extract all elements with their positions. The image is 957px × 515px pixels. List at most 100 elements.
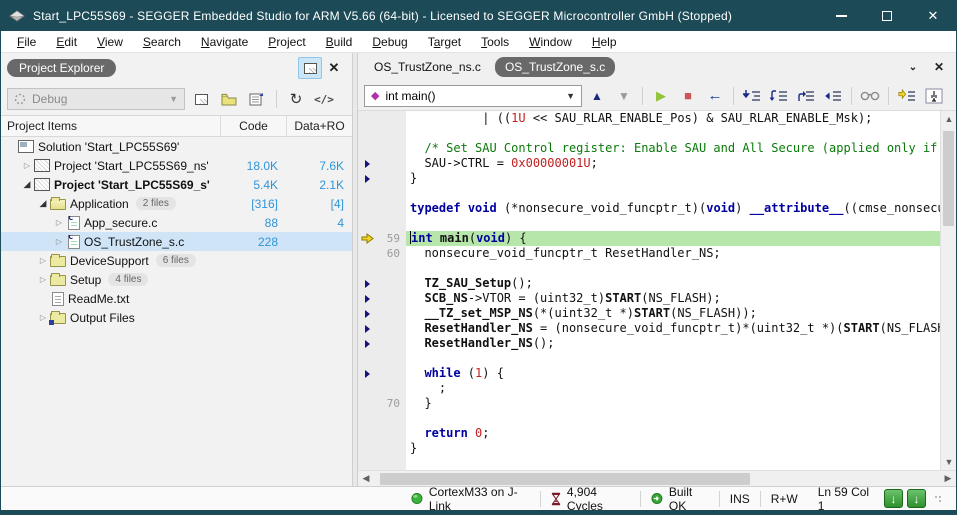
code-line[interactable] [358,261,940,276]
code-line[interactable] [358,351,940,366]
code-text[interactable] [406,216,940,231]
step-back-button[interactable]: ← [703,85,727,107]
view-source-button[interactable]: </> [312,88,336,110]
expand-collapsed-icon[interactable]: ▷ [53,218,65,227]
menu-window[interactable]: Window [519,33,582,51]
scroll-down-icon[interactable]: ▼ [941,454,957,470]
menu-build[interactable]: Build [316,33,363,51]
function-dropdown[interactable]: ◆ int main() ▼ [364,85,582,107]
show-project-button[interactable] [189,88,213,110]
step-over-button[interactable] [767,85,791,107]
gutter-margin[interactable] [358,351,376,366]
tree-row[interactable]: ▷DeviceSupport6 files [1,251,352,270]
code-text[interactable]: __TZ_set_MSP_NS(*(uint32_t *)START(NS_FL… [406,306,940,321]
code-text[interactable]: SAU->CTRL = 0x00000001U; [406,156,940,171]
code-line[interactable]: 60 nonsecure_void_funcptr_t ResetHandler… [358,246,940,261]
show-next-statement-button[interactable] [895,85,919,107]
menu-edit[interactable]: Edit [46,33,87,51]
statement-marker-icon[interactable] [358,366,376,381]
menu-project[interactable]: Project [258,33,315,51]
code-line[interactable]: ; [358,381,940,396]
expand-expanded-icon[interactable]: ◢ [21,179,33,190]
gutter-margin[interactable] [358,381,376,396]
editor-tab-active[interactable]: OS_TrustZone_s.c [495,57,615,77]
code-text[interactable]: typedef void (*nonsecure_void_funcptr_t)… [406,201,940,216]
statement-marker-icon[interactable] [358,291,376,306]
expand-collapsed-icon[interactable]: ▷ [21,161,33,170]
tree-row[interactable]: ▷Project 'Start_LPC55S69_ns'18.0K7.6K [1,156,352,175]
code-line[interactable] [358,216,940,231]
menu-search[interactable]: Search [133,33,191,51]
code-line[interactable]: } [358,171,940,186]
expand-collapsed-icon[interactable]: ▷ [37,313,49,322]
code-editor[interactable]: | ((1U << SAU_RLAR_ENABLE_Pos) & SAU_RLA… [358,111,940,470]
expand-expanded-icon[interactable]: ◢ [37,198,49,209]
continue-button[interactable]: ▶ [649,85,673,107]
gutter-margin[interactable] [358,396,376,411]
statement-marker-icon[interactable] [358,156,376,171]
code-text[interactable] [406,411,940,426]
download-button-1[interactable]: ↓ [884,489,903,508]
gutter-margin[interactable] [358,216,376,231]
close-button[interactable]: ✕ [910,1,956,31]
menu-target[interactable]: Target [418,33,471,51]
goto-cursor-button[interactable] [922,85,946,107]
scroll-up-icon[interactable]: ▲ [941,111,957,127]
code-line[interactable]: 59int main(void) { [358,231,940,246]
menu-tools[interactable]: Tools [471,33,519,51]
code-line[interactable]: ResetHandler_NS(); [358,336,940,351]
code-text[interactable]: /* Set SAU Control register: Enable SAU … [406,141,940,156]
minimize-button[interactable] [818,1,864,31]
code-text[interactable]: return 0; [406,426,940,441]
code-text[interactable]: ResetHandler_NS = (nonsecure_void_funcpt… [406,321,940,336]
maximize-button[interactable] [864,1,910,31]
statement-marker-icon[interactable] [358,336,376,351]
code-text[interactable]: TZ_SAU_Setup(); [406,276,940,291]
close-editor-icon[interactable]: ✕ [928,60,950,74]
statement-marker-icon[interactable] [358,321,376,336]
stop-button[interactable]: ■ [676,85,700,107]
code-text[interactable] [406,126,940,141]
resize-grip[interactable] [934,495,942,503]
code-text[interactable]: } [406,171,940,186]
menu-navigate[interactable]: Navigate [191,33,258,51]
new-folder-button[interactable] [217,88,241,110]
refresh-button[interactable]: ↻ [284,88,308,110]
expand-collapsed-icon[interactable]: ▷ [37,256,49,265]
code-text[interactable]: | ((1U << SAU_RLAR_ENABLE_Pos) & SAU_RLA… [406,111,940,126]
editor-tab[interactable]: OS_TrustZone_ns.c [364,57,491,77]
run-to-line-button[interactable] [821,85,845,107]
build-configuration-dropdown[interactable]: Debug ▼ [7,88,185,110]
tree-row[interactable]: ◢Project 'Start_LPC55S69_s'5.4K2.1K [1,175,352,194]
gutter-margin[interactable] [358,411,376,426]
code-text[interactable]: ResetHandler_NS(); [406,336,940,351]
gutter-margin[interactable] [358,111,376,126]
code-line[interactable]: | ((1U << SAU_RLAR_ENABLE_Pos) & SAU_RLA… [358,111,940,126]
next-function-button[interactable]: ▼ [612,85,636,107]
code-text[interactable]: SCB_NS->VTOR = (uint32_t)START(NS_FLASH)… [406,291,940,306]
code-text[interactable] [406,351,940,366]
gutter-margin[interactable] [358,186,376,201]
tree-row[interactable]: ▷App_secure.c884 [1,213,352,232]
code-line[interactable]: while (1) { [358,366,940,381]
code-text[interactable]: while (1) { [406,366,940,381]
code-line[interactable]: SAU->CTRL = 0x00000001U; [358,156,940,171]
execution-pointer-icon[interactable] [358,231,376,246]
code-line[interactable]: return 0; [358,426,940,441]
code-text[interactable]: int main(void) { [406,231,940,246]
tree-row[interactable]: ReadMe.txt [1,289,352,308]
code-line[interactable] [358,411,940,426]
code-line[interactable]: ResetHandler_NS = (nonsecure_void_funcpt… [358,321,940,336]
code-text[interactable] [406,261,940,276]
code-text[interactable]: } [406,441,940,456]
download-button-2[interactable]: ↓ [907,489,926,508]
code-line[interactable] [358,186,940,201]
step-out-button[interactable] [794,85,818,107]
watch-button[interactable] [858,85,882,107]
scroll-left-icon[interactable]: ◀ [358,471,374,487]
menu-debug[interactable]: Debug [362,33,417,51]
statement-marker-icon[interactable] [358,306,376,321]
tree-row[interactable]: ▷Setup4 files [1,270,352,289]
menu-help[interactable]: Help [582,33,627,51]
gutter-margin[interactable] [358,141,376,156]
